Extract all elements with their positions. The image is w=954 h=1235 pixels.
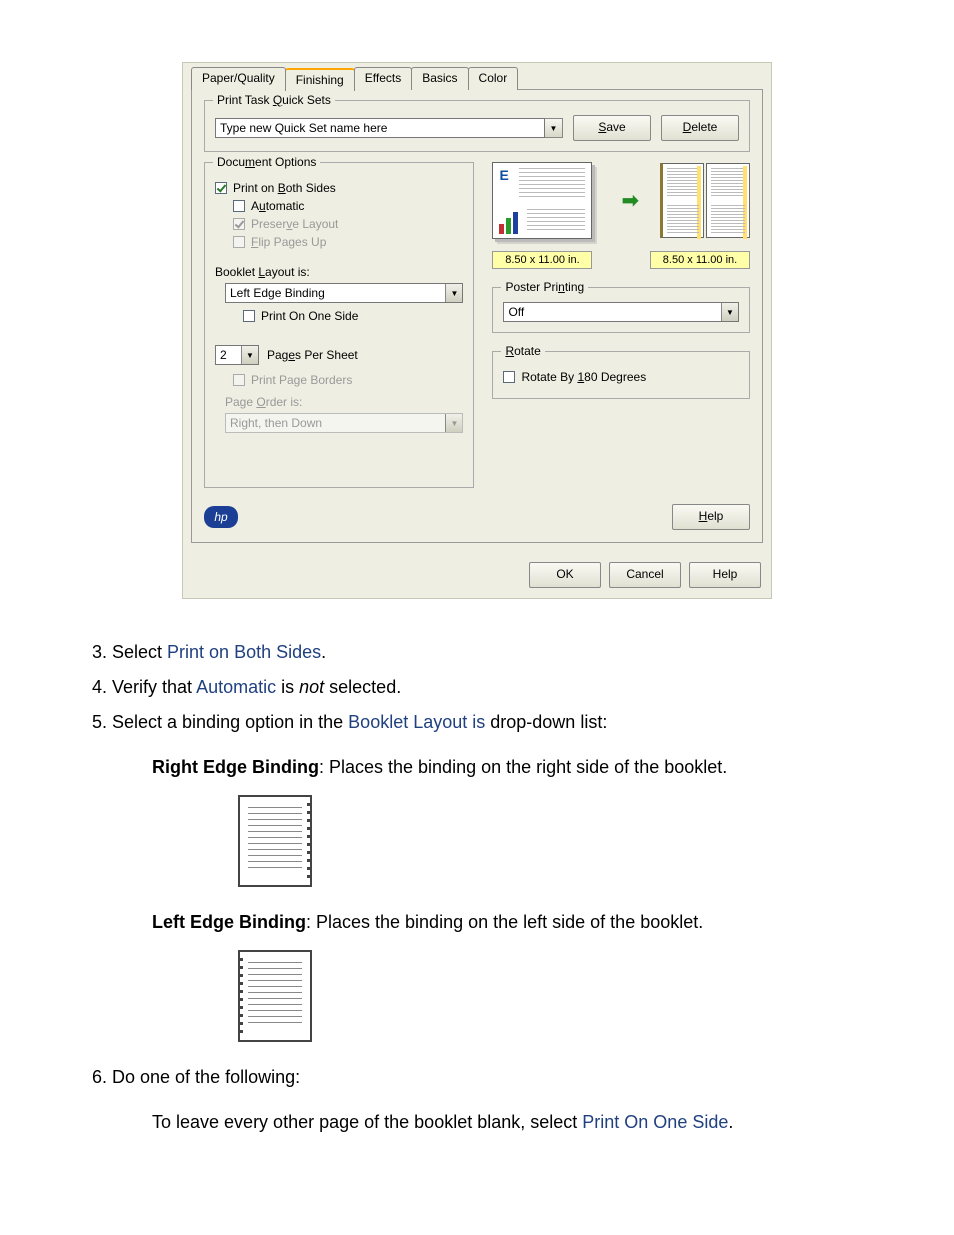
- pages-per-sheet-select[interactable]: 2 ▼: [215, 345, 259, 365]
- preview-row: E ➡: [492, 162, 750, 239]
- help-button[interactable]: Help: [689, 562, 761, 588]
- booklet-layout-label: Booklet Layout is:: [215, 265, 463, 279]
- size-label-2: 8.50 x 11.00 in.: [650, 251, 750, 269]
- right-binding-thumbnail: [238, 795, 312, 887]
- page-order-select: Right, then Down ▼: [225, 413, 463, 433]
- left-edge-binding-text: Left Edge Binding: Places the binding on…: [152, 909, 894, 936]
- save-button[interactable]: Save: [573, 115, 651, 141]
- document-options-group: Document Options Print on Both Sides Aut…: [204, 162, 474, 488]
- page-order-label: Page Order is:: [225, 395, 463, 409]
- quick-set-name-input[interactable]: [215, 118, 545, 138]
- page-preview-duplex: [660, 163, 750, 238]
- print-dialog: Paper/Quality Finishing Effects Basics C…: [182, 62, 772, 599]
- left-binding-thumbnail: [238, 950, 312, 1042]
- checkbox-icon: [233, 236, 245, 248]
- size-label-1: 8.50 x 11.00 in.: [492, 251, 592, 269]
- chevron-down-icon: ▼: [445, 414, 462, 432]
- step-4: Verify that Automatic is not selected.: [112, 674, 894, 701]
- rotate-group: Rotate Rotate By 180 Degrees: [492, 351, 750, 399]
- poster-printing-legend: Poster Printing: [501, 280, 588, 294]
- quick-sets-legend: Print Task Quick Sets: [213, 93, 335, 107]
- tab-color[interactable]: Color: [468, 67, 519, 90]
- document-options-legend: Document Options: [213, 155, 320, 169]
- delete-button[interactable]: Delete: [661, 115, 739, 141]
- checkbox-icon: [503, 371, 515, 383]
- flip-pages-up-checkbox: Flip Pages Up: [233, 235, 463, 249]
- arrow-right-icon: ➡: [622, 188, 639, 213]
- preserve-layout-checkbox: Preserve Layout: [233, 217, 463, 231]
- step-6: Do one of the following:: [112, 1064, 894, 1091]
- tab-paper-quality[interactable]: Paper/Quality: [191, 67, 286, 90]
- page-preview-single: E: [492, 162, 592, 239]
- chevron-down-icon: ▼: [721, 303, 738, 321]
- checkbox-icon: [243, 310, 255, 322]
- poster-printing-group: Poster Printing Off ▼: [492, 287, 750, 333]
- quick-sets-group: Print Task Quick Sets ▼ Save Delete: [204, 100, 750, 152]
- checkbox-icon: [233, 218, 245, 230]
- poster-printing-select[interactable]: Off ▼: [503, 302, 739, 322]
- print-page-borders-checkbox: Print Page Borders: [233, 373, 463, 387]
- dialog-button-row: OK Cancel Help: [183, 552, 771, 598]
- checkbox-icon: [233, 200, 245, 212]
- tab-finishing[interactable]: Finishing: [285, 68, 355, 91]
- step-3: Select Print on Both Sides.: [112, 639, 894, 666]
- tab-basics[interactable]: Basics: [411, 67, 468, 90]
- checkbox-icon: [233, 374, 245, 386]
- automatic-checkbox[interactable]: Automatic: [233, 199, 463, 213]
- ok-button[interactable]: OK: [529, 562, 601, 588]
- booklet-layout-select[interactable]: Left Edge Binding ▼: [225, 283, 463, 303]
- checkbox-icon: [215, 182, 227, 194]
- print-one-side-checkbox[interactable]: Print On One Side: [243, 309, 463, 323]
- hp-logo-icon: hp: [204, 506, 238, 528]
- rotate-180-checkbox[interactable]: Rotate By 180 Degrees: [503, 370, 739, 384]
- print-both-sides-checkbox[interactable]: Print on Both Sides: [215, 181, 463, 195]
- chevron-down-icon: ▼: [241, 346, 258, 364]
- tab-strip: Paper/Quality Finishing Effects Basics C…: [183, 63, 771, 90]
- chevron-down-icon: ▼: [445, 284, 462, 302]
- inner-help-button[interactable]: Help: [672, 504, 750, 530]
- cancel-button[interactable]: Cancel: [609, 562, 681, 588]
- tab-panel: Print Task Quick Sets ▼ Save Delete Docu…: [191, 89, 763, 543]
- rotate-legend: Rotate: [501, 344, 544, 358]
- step-5: Select a binding option in the Booklet L…: [112, 709, 894, 736]
- step-6-sub: To leave every other page of the booklet…: [152, 1109, 894, 1136]
- instructions: Select Print on Both Sides. Verify that …: [0, 639, 954, 1182]
- tab-effects[interactable]: Effects: [354, 67, 412, 90]
- pages-per-sheet-label: Pages Per Sheet: [267, 348, 358, 362]
- quick-set-dropdown-button[interactable]: ▼: [545, 118, 563, 138]
- right-edge-binding-text: Right Edge Binding: Places the binding o…: [152, 754, 894, 781]
